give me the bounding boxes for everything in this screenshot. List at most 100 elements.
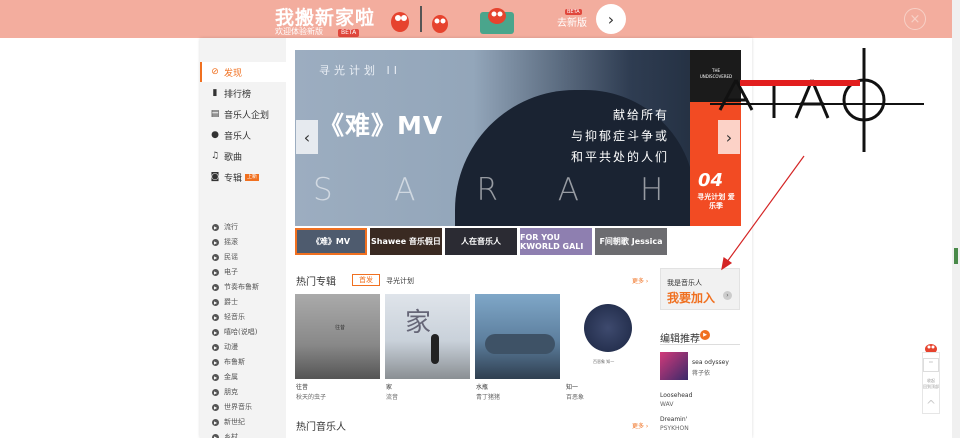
rec-song-artist[interactable]: WAV (660, 401, 673, 408)
hero-carousel[interactable]: 寻光计划 II 《难》MV 献给所有 与抑郁症斗争或 和平共处的人们 SARAH… (295, 50, 741, 226)
album-name[interactable]: 家 (386, 382, 392, 391)
play-icon: ▶ (212, 328, 219, 336)
genre-item[interactable]: ▶ 电子 (212, 267, 238, 277)
hero-line-2: 与抑郁症斗争或 (570, 129, 669, 143)
album-artist[interactable]: 秋天的虫子 (296, 392, 326, 401)
genre-item[interactable]: ▶ 朋克 (212, 387, 238, 397)
top-banner[interactable]: 我搬新家啦 欢迎体验新版 BETA BETA 去新版 › (0, 0, 952, 38)
sidebar-item-label: 音乐人企划 (224, 110, 270, 121)
hot-musicians-title: 热门音乐人 (296, 422, 346, 433)
beta-badge: BETA (338, 29, 360, 37)
chevron-left-icon[interactable]: ‹ (296, 120, 318, 154)
new-badge: 上新 (245, 173, 260, 181)
play-icon: ▶ (212, 238, 219, 246)
genre-item[interactable]: ▶ 金属 (212, 372, 238, 382)
album-artist[interactable]: 流音 (386, 392, 398, 401)
play-icon: ▶ (212, 268, 219, 276)
genre-item[interactable]: ▶ 流行 (212, 222, 238, 232)
cover-caption: 百恶象 知一 (593, 359, 615, 364)
scrollbar-thumb[interactable] (954, 248, 958, 264)
more-link[interactable]: 更多 › (632, 276, 648, 285)
genre-item[interactable]: ▶ 节奏布鲁斯 (212, 282, 259, 292)
lake-island (485, 334, 555, 354)
hero-artist-name: SARAH (313, 172, 725, 208)
genre-item[interactable]: ▶ 世界音乐 (212, 402, 252, 412)
play-icon: ▶ (212, 388, 219, 396)
genre-item[interactable]: ▶ 嘻哈(说唱) (212, 327, 257, 337)
album-artist[interactable]: 青丁猪猪 (476, 392, 500, 401)
tab-light-plan[interactable]: 寻光计划 (386, 276, 414, 286)
album-cover[interactable]: 百恶象 知一 (565, 294, 650, 379)
sidebar-item-label: 歌曲 (224, 152, 243, 163)
genre-item[interactable]: ▶ 摇滚 (212, 237, 238, 247)
more-link[interactable]: 更多 › (632, 421, 648, 430)
sidebar-item-charts[interactable]: ▮ 排行榜 (200, 83, 286, 103)
sidebar-item-musician-plan[interactable]: ▤ 音乐人企划 (200, 104, 286, 124)
album-cover[interactable]: 家 (385, 294, 470, 379)
ant-mascots-illustration (391, 6, 514, 34)
rec-song-name[interactable]: Loosehead (660, 392, 692, 399)
card-icon[interactable]: ▭ (923, 358, 939, 372)
carousel-thumb[interactable]: Shawee 音乐假日 (370, 228, 442, 255)
play-icon: ▶ (212, 343, 219, 351)
figure-silhouette (431, 334, 439, 364)
join-subtitle: 我是音乐人 (667, 279, 702, 287)
join-button[interactable]: 我要加入 (667, 289, 715, 306)
sidebar-item-label: 发现 (224, 68, 243, 79)
float-back-top-label[interactable]: 回到顶部 (923, 384, 939, 390)
play-icon[interactable]: ▶ (700, 330, 710, 340)
divider (660, 344, 740, 345)
genre-item[interactable]: ▶ 乡村 (212, 432, 238, 438)
hero-title: 《难》MV (319, 111, 444, 140)
banner-subtitle: 欢迎体验新版 (275, 27, 323, 36)
carousel-thumb[interactable]: 人在音乐人 (445, 228, 517, 255)
arrow-right-icon[interactable]: › (596, 4, 626, 34)
sidebar-item-label: 音乐人 (224, 131, 252, 142)
rec-song-name[interactable]: sea odyssey (692, 359, 729, 366)
sidebar-item-songs[interactable]: ♫ 歌曲 (200, 146, 286, 166)
rec-song-name[interactable]: Dreamin' (660, 416, 687, 423)
sidebar-item-label: 排行榜 (224, 89, 252, 100)
compass-icon: ⊘ (211, 67, 219, 77)
sidebar-item-musicians[interactable]: ● 音乐人 (200, 125, 286, 145)
play-icon: ▶ (212, 313, 219, 321)
carousel-thumb[interactable]: F间朝歌 Jessica (595, 228, 667, 255)
album-name[interactable]: 水瓶 (476, 382, 488, 391)
tab-first-release[interactable]: 首发 (352, 274, 380, 286)
genre-item[interactable]: ▶ 动漫 (212, 342, 238, 352)
genre-item[interactable]: ▶ 新世纪 (212, 417, 245, 427)
genre-item[interactable]: ▶ 民谣 (212, 252, 238, 262)
annotation-arrows (721, 155, 805, 271)
annotation-overlay (710, 48, 924, 271)
sidebar-item-albums[interactable]: ◙ 专辑 上新 (200, 167, 286, 187)
scrollbar[interactable] (952, 0, 960, 438)
play-icon: ▶ (212, 403, 219, 411)
album-cover[interactable]: 往昔 (295, 294, 380, 379)
carousel-thumb[interactable]: 《难》MV (295, 228, 367, 255)
chevron-right-icon[interactable]: › (723, 291, 732, 300)
genre-item[interactable]: ▶ 爵士 (212, 297, 238, 307)
rec-song-artist[interactable]: 蒋子依 (692, 368, 710, 377)
hero-line-3: 和平共处的人们 (570, 150, 669, 164)
play-icon: ▶ (212, 283, 219, 291)
carousel-thumb[interactable]: FOR YOU KWORLD GALI (520, 228, 592, 255)
person-icon: ● (211, 130, 219, 140)
chart-icon: ▮ (212, 88, 218, 98)
album-cover-text: 往昔 (335, 325, 346, 331)
close-icon[interactable]: × (904, 8, 926, 30)
album-cover[interactable] (475, 294, 560, 379)
editor-cover[interactable] (660, 352, 688, 380)
album-name[interactable]: 往昔 (296, 382, 308, 391)
album-artist[interactable]: 百恶象 (566, 392, 584, 401)
sidebar-item-discover[interactable]: ⊘ 发现 (200, 62, 286, 82)
rec-song-artist[interactable]: PSYKHON (660, 425, 689, 432)
album-name[interactable]: 知一 (566, 382, 578, 391)
play-icon: ▶ (212, 358, 219, 366)
genre-item[interactable]: ▶ 布鲁斯 (212, 357, 245, 367)
play-icon: ▶ (212, 253, 219, 261)
note-icon: ♫ (210, 151, 220, 161)
genre-item[interactable]: ▶ 轻音乐 (212, 312, 245, 322)
play-icon: ▶ (212, 433, 219, 438)
new-version-link[interactable]: 去新版 (557, 14, 587, 29)
chevron-up-icon[interactable]: ^ (923, 398, 939, 412)
